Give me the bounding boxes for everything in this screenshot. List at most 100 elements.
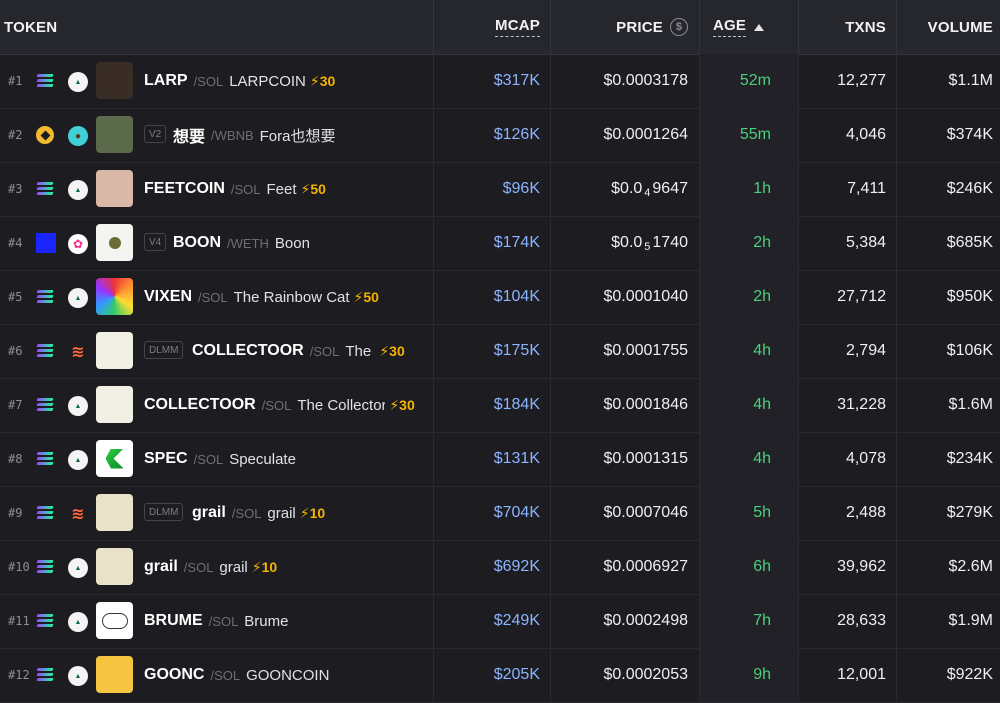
token-name-line[interactable]: grail/SOL grail ⚡10 <box>192 486 325 540</box>
token-avatar[interactable] <box>96 440 133 477</box>
trading-volume: $234K <box>946 450 993 467</box>
token-avatar[interactable] <box>96 494 133 531</box>
column-divider <box>433 378 434 432</box>
token-avatar[interactable] <box>96 224 133 261</box>
token-name-line[interactable]: 想要/WBNB Fora也想要 <box>173 108 335 162</box>
currency-toggle-icon[interactable]: $ <box>670 18 688 36</box>
age-column-bg <box>699 594 798 648</box>
table-row[interactable]: #9 ≋ DLMM grail/SOL grail ⚡10 $704K $0.0007046 5… <box>0 486 1000 541</box>
token-avatar[interactable] <box>96 656 133 693</box>
column-divider <box>433 648 434 702</box>
column-divider <box>896 486 897 540</box>
column-divider <box>550 108 551 162</box>
column-divider <box>896 594 897 648</box>
column-divider <box>550 486 551 540</box>
token-avatar[interactable] <box>96 116 133 153</box>
header-token[interactable]: TOKEN <box>4 0 57 54</box>
token-avatar[interactable] <box>96 62 133 99</box>
column-divider <box>798 378 799 432</box>
pair-version-tag: V4 <box>144 233 167 251</box>
token-name-line[interactable]: BRUME/SOL Brume <box>144 594 288 648</box>
table-header: TOKEN MCAP PRICE $ AGE TXNS VOLUME <box>0 0 1000 55</box>
column-divider <box>433 216 434 270</box>
trading-volume: $279K <box>946 504 993 521</box>
column-divider <box>896 432 897 486</box>
table-row[interactable]: #5 ▲ VIXEN/SOL The Rainbow Cat ⚡50 $104K $0.00… <box>0 270 1000 325</box>
quote-asset: /WETH <box>227 235 269 251</box>
header-mcap[interactable]: MCAP <box>495 0 540 54</box>
pair-age: 55m <box>739 126 771 143</box>
column-divider <box>433 162 434 216</box>
token-avatar[interactable] <box>96 548 133 585</box>
swap-dex-icon: ▲ <box>68 450 88 470</box>
header-age[interactable]: AGE <box>713 0 765 54</box>
token-avatar[interactable] <box>96 278 133 315</box>
table-row[interactable]: #8 ▲ SPEC/SOL Speculate $131K $0.0001315 4h 4,0… <box>0 432 1000 487</box>
token-avatar[interactable] <box>96 332 133 369</box>
price-main: $0.0001264 <box>603 126 688 143</box>
table-row[interactable]: #12 ▲ GOONC/SOL GOONCOIN $205K $0.0002053 9h 12… <box>0 648 1000 703</box>
token-name: The Collector <box>297 396 386 414</box>
pair-version-tag: DLMM <box>144 503 184 521</box>
token-name-line[interactable]: VIXEN/SOL The Rainbow Cat ⚡50 <box>144 270 379 324</box>
column-divider <box>699 270 700 324</box>
age-column-bg <box>699 324 798 378</box>
header-price[interactable]: PRICE $ <box>616 0 688 54</box>
price-digits: 1740 <box>652 234 688 251</box>
market-cap: $96K <box>502 180 540 197</box>
table-row[interactable]: #4 ✿ V4 BOON/WETH Boon $174K $0.0 5 1740 2h 5,384 $… <box>0 216 1000 271</box>
token-name: Fora也想要 <box>259 127 336 145</box>
token-name-line[interactable]: BOON/WETH Boon <box>173 216 310 270</box>
quote-asset: /SOL <box>231 505 262 521</box>
table-row[interactable]: #7 ▲ COLLECTOOR/SOL The Collector ⚡30 $184K $0… <box>0 378 1000 433</box>
token-name-line[interactable]: LARP/SOL LARPCOIN ⚡30 <box>144 54 335 108</box>
token-avatar[interactable] <box>96 602 133 639</box>
token-symbol: GOONC <box>144 666 205 683</box>
sort-ascending-icon <box>754 23 765 31</box>
table-row[interactable]: #10 ▲ grail/SOL grail ⚡10 $692K $0.0006927 6h 39… <box>0 540 1000 595</box>
price-zero-count: 4 <box>644 187 651 199</box>
solana-icon <box>36 180 54 198</box>
table-row[interactable]: #6 ≋ DLMM COLLECTOOR/SOL The Collector⚡30 $17… <box>0 324 1000 379</box>
table-row[interactable]: #11 ▲ BRUME/SOL Brume $249K $0.0002498 7h 28,63… <box>0 594 1000 649</box>
column-divider <box>896 54 897 108</box>
solana-icon <box>36 504 54 522</box>
header-volume[interactable]: VOLUME <box>928 0 993 54</box>
column-divider <box>699 216 700 270</box>
token-name-line[interactable]: COLLECTOOR/SOL The Collector⚡30 <box>192 324 405 378</box>
header-txns[interactable]: TXNS <box>845 0 886 54</box>
rank-label: #12 <box>8 668 30 682</box>
quote-asset: /SOL <box>193 451 224 467</box>
price-main: $0.0001315 <box>603 450 688 467</box>
token-name-line[interactable]: grail/SOL grail ⚡10 <box>144 540 277 594</box>
token-avatar[interactable] <box>96 386 133 423</box>
quote-asset: /SOL <box>193 73 224 89</box>
bnb-icon <box>36 126 54 144</box>
token-price: $0.0007046 <box>603 486 688 540</box>
table-row[interactable]: #2 ● V2 想要/WBNB Fora也想要 $126K $0.0001264 55m 4,0… <box>0 108 1000 163</box>
column-divider <box>433 54 434 108</box>
column-divider <box>550 270 551 324</box>
market-cap: $126K <box>493 126 540 143</box>
token-avatar[interactable] <box>96 170 133 207</box>
meteora-icon: ≋ <box>71 344 85 361</box>
table-row[interactable]: #3 ▲ FEETCOIN/SOL Feet ⚡50 $96K $0.0 4 9647 1h 7,4… <box>0 162 1000 217</box>
trading-volume: $685K <box>946 234 993 251</box>
market-cap: $249K <box>493 612 540 629</box>
column-divider <box>433 270 434 324</box>
table-row[interactable]: #1 ▲ LARP/SOL LARPCOIN ⚡30 $317K $0.0003178 52m… <box>0 54 1000 109</box>
market-cap: $104K <box>493 288 540 305</box>
column-divider <box>896 108 897 162</box>
token-name: The Rainbow Cat <box>233 288 350 306</box>
quote-asset: /SOL <box>198 289 228 305</box>
token-name-line[interactable]: FEETCOIN/SOL Feet ⚡50 <box>144 162 326 216</box>
solana-icon <box>36 72 54 90</box>
solana-icon <box>36 288 54 306</box>
token-name-line[interactable]: SPEC/SOL Speculate <box>144 432 296 486</box>
token-name-line[interactable]: GOONC/SOL GOONCOIN <box>144 648 329 702</box>
column-divider <box>699 378 700 432</box>
token-name-line[interactable]: COLLECTOOR/SOL The Collector⚡30 <box>144 378 415 432</box>
transaction-count: 7,411 <box>847 180 886 197</box>
pair-age: 6h <box>753 558 771 575</box>
rank-label: #1 <box>8 74 23 88</box>
